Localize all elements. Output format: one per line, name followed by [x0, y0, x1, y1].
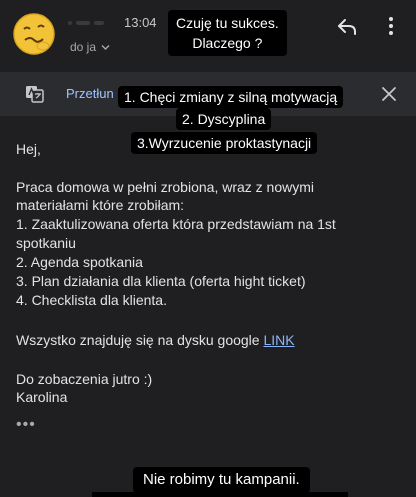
drive-text: Wszystko znajduję się na dysku google: [16, 332, 264, 348]
recipient-dropdown[interactable]: do ja: [70, 40, 110, 54]
story-caption-list-item: 1. Chęci zmiany z silną motywacją: [118, 86, 344, 108]
email-greeting: Hej,: [16, 141, 41, 157]
email-list-item: 2. Agenda spotkania: [16, 254, 143, 270]
reply-icon[interactable]: [336, 16, 358, 38]
story-caption-list-item: 2. Dyscyplina: [176, 108, 272, 130]
translate-link[interactable]: Przetłun: [66, 86, 114, 101]
email-closing: Do zobaczenia jutro :): [16, 371, 153, 387]
email-drive-line: Wszystko znajduję się na dysku google LI…: [16, 330, 295, 350]
email-signature: Karolina: [16, 389, 68, 405]
show-trimmed-content-button[interactable]: •••: [16, 416, 36, 434]
recipient-label: do ja: [70, 40, 97, 54]
story-caption-list-item: 3.Wyrzucenie proktastynacji: [131, 132, 318, 154]
story-caption-line: Czuję tu sukces.: [176, 15, 279, 31]
avatar-emoji-icon[interactable]: [12, 12, 56, 56]
translate-icon[interactable]: [25, 84, 45, 104]
close-icon[interactable]: [378, 83, 400, 105]
story-caption-strip: [92, 492, 348, 497]
email-list-item: 1. Zaaktulizowana oferta która przedstaw…: [16, 216, 336, 232]
story-caption-top: Czuję tu sukces. Dlaczego ?: [168, 10, 287, 56]
email-list-item: spotkaniu: [16, 235, 76, 251]
story-caption-bottom: Nie robimy tu kampanii.: [133, 467, 310, 493]
story-caption-line: Dlaczego ?: [192, 35, 263, 51]
email-body-line: materiałami które zrobiłam:: [16, 197, 185, 213]
email-body-line: Praca domowa w pełni zrobiona, wraz z no…: [16, 179, 315, 195]
drive-link[interactable]: LINK: [263, 332, 294, 348]
more-options-icon[interactable]: [386, 14, 396, 42]
email-time: 13:04: [124, 15, 157, 30]
email-list-item: 4. Checklista dla klienta.: [16, 292, 167, 308]
sender-name-redacted: [68, 14, 114, 25]
email-list-item: 3. Plan działania dla klienta (oferta hi…: [16, 273, 306, 289]
chevron-down-icon: [101, 45, 110, 51]
